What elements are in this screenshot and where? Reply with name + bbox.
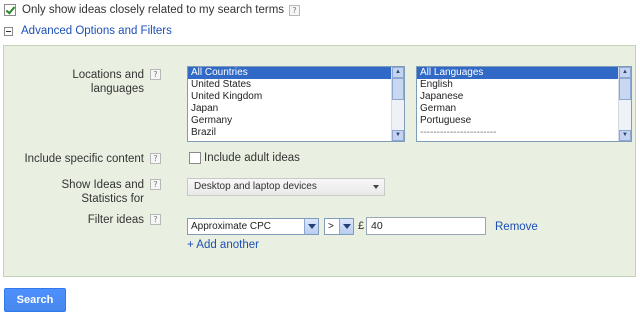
related-terms-label: Only show ideas closely related to my se…	[22, 4, 285, 16]
country-option[interactable]: Germany	[188, 115, 404, 127]
country-option[interactable]: Brazil	[188, 127, 404, 139]
language-option[interactable]: All Languages	[417, 67, 631, 79]
language-option[interactable]: German	[417, 103, 631, 115]
languages-scrollbar[interactable]: ▲ ▼	[618, 67, 631, 141]
add-filter-link[interactable]: + Add another	[187, 239, 259, 251]
country-option[interactable]: Japan	[188, 103, 404, 115]
related-terms-option: Only show ideas closely related to my se…	[4, 2, 301, 18]
scroll-thumb[interactable]	[392, 78, 404, 100]
adult-ideas-checkbox[interactable]	[189, 152, 201, 164]
advanced-options-link[interactable]: Advanced Options and Filters	[21, 25, 172, 37]
language-option[interactable]: Japanese	[417, 91, 631, 103]
scroll-thumb[interactable]	[619, 78, 631, 100]
language-option[interactable]: Portuguese	[417, 115, 631, 127]
filter-metric-value: Approximate CPC	[191, 221, 272, 232]
help-icon[interactable]: ?	[289, 4, 301, 16]
filter-label: Filter ideas	[87, 214, 144, 226]
adult-ideas-label: Include adult ideas	[204, 152, 300, 164]
chevron-down-icon[interactable]	[339, 219, 353, 234]
help-icon[interactable]: ?	[150, 153, 161, 164]
remove-filter-link[interactable]: Remove	[495, 221, 538, 233]
filter-value-text: 40	[371, 220, 383, 232]
filter-operator-value: >	[328, 221, 334, 232]
locations-label: Locations and languages	[72, 69, 144, 95]
scroll-down-icon[interactable]: ▼	[392, 130, 404, 141]
country-option[interactable]: United States	[188, 79, 404, 91]
filter-metric-select[interactable]: Approximate CPC	[187, 218, 319, 235]
languages-listbox[interactable]: All Languages English Japanese German Portug…	[416, 66, 632, 142]
country-option[interactable]: United Kingdom	[188, 91, 404, 103]
scroll-down-icon[interactable]: ▼	[619, 130, 631, 141]
countries-listbox[interactable]: All Countries United States United Kingdom…	[187, 66, 405, 142]
device-dropdown[interactable]: Desktop and laptop devices	[187, 178, 385, 196]
advanced-options-toggle[interactable]: Advanced Options and Filters	[4, 25, 172, 37]
show-ideas-label: Show Ideas and Statistics for	[61, 179, 144, 205]
collapse-icon[interactable]	[4, 26, 13, 36]
device-dropdown-value: Desktop and laptop devices	[194, 181, 317, 192]
advanced-options-panel: Locations and languages ? All Countries U…	[3, 45, 636, 277]
chevron-down-icon[interactable]	[304, 219, 318, 234]
language-option[interactable]: English	[417, 79, 631, 91]
help-icon[interactable]: ?	[150, 69, 161, 80]
chevron-down-icon	[373, 185, 379, 189]
content-label: Include specific content	[24, 153, 144, 165]
language-option[interactable]: -----------------------	[417, 127, 631, 139]
help-icon[interactable]: ?	[150, 214, 161, 225]
scroll-up-icon[interactable]: ▲	[619, 67, 631, 78]
related-terms-checkbox[interactable]	[4, 4, 16, 16]
filter-operator-select[interactable]: >	[324, 218, 354, 235]
scroll-up-icon[interactable]: ▲	[392, 67, 404, 78]
filter-value-input[interactable]: 40	[366, 217, 486, 235]
help-icon[interactable]: ?	[150, 179, 161, 190]
country-option[interactable]: All Countries	[188, 67, 404, 79]
currency-symbol: £	[358, 220, 365, 232]
search-button[interactable]: Search	[4, 288, 66, 312]
countries-scrollbar[interactable]: ▲ ▼	[391, 67, 404, 141]
